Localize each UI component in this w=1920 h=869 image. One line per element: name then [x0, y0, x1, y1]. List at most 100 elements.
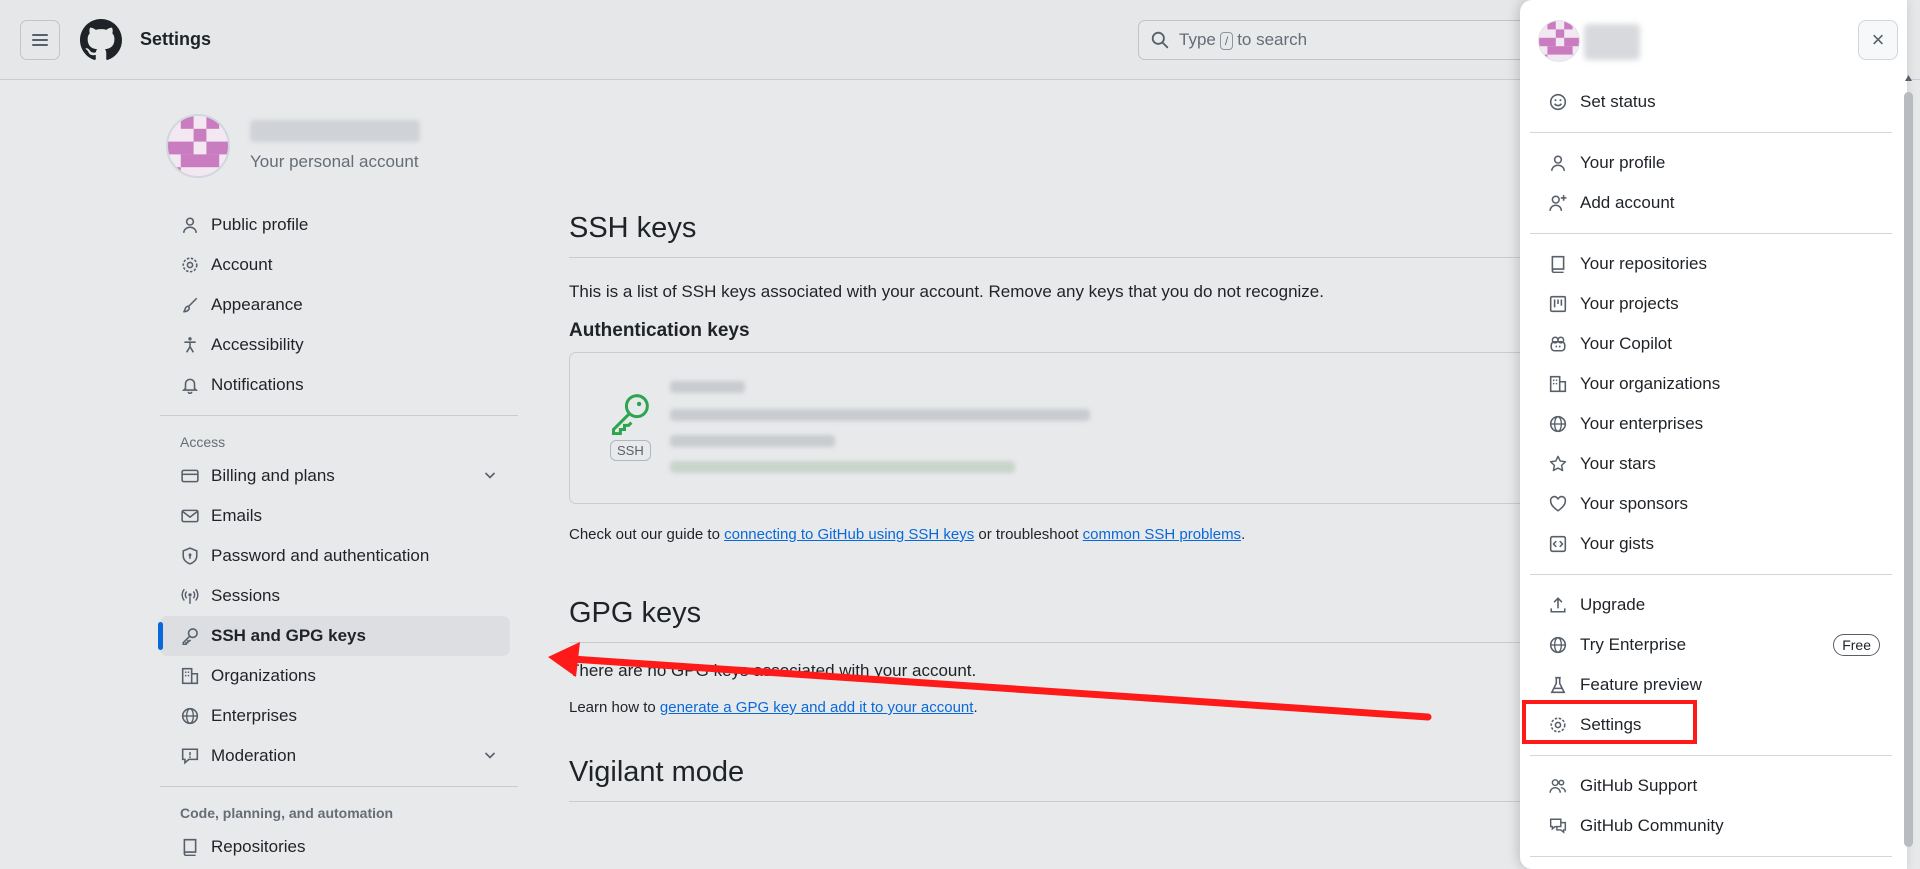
- sidebar-item-public-profile[interactable]: Public profile: [160, 205, 518, 245]
- avatar[interactable]: [1538, 20, 1580, 62]
- credit-card-icon: [180, 466, 200, 486]
- sidebar-item-organizations[interactable]: Organizations: [160, 656, 518, 696]
- accessibility-icon: [180, 335, 200, 355]
- sidebar-item-accessibility[interactable]: Accessibility: [160, 325, 518, 365]
- ssh-key-card: SSH: [569, 352, 1549, 504]
- annotation-highlight-box: [1522, 700, 1697, 744]
- authentication-keys-heading: Authentication keys: [569, 320, 750, 341]
- gpg-keys-description: There are no GPG keys associated with yo…: [569, 661, 977, 680]
- sidebar-heading-code: Code, planning, and automation: [180, 805, 394, 821]
- vigilant-mode-heading: Vigilant mode: [569, 756, 1539, 802]
- menu-item-upgrade[interactable]: Upgrade: [1530, 585, 1892, 625]
- comment-discussion-icon: [1548, 816, 1568, 836]
- search-icon: [1151, 31, 1169, 49]
- menu-item-your-organizations[interactable]: Your organizations: [1530, 364, 1892, 404]
- sidebar-item-ssh-gpg-keys[interactable]: SSH and GPG keys: [158, 616, 510, 656]
- menu-item-your-profile[interactable]: Your profile: [1530, 143, 1892, 183]
- heart-icon: [1548, 494, 1568, 514]
- sidebar-heading-access: Access: [180, 434, 226, 450]
- menu-item-your-enterprises[interactable]: Your enterprises: [1530, 404, 1892, 444]
- project-icon: [1548, 294, 1568, 314]
- people-icon: [1548, 776, 1568, 796]
- user-name-redacted: [1584, 24, 1640, 60]
- divider: [1530, 132, 1892, 133]
- panel-scrollbar[interactable]: [1901, 70, 1915, 869]
- menu-item-feature-preview[interactable]: Feature preview: [1530, 665, 1892, 705]
- chevron-down-icon[interactable]: [482, 747, 498, 763]
- scroll-up-icon[interactable]: [1904, 74, 1913, 82]
- report-icon: [180, 746, 200, 766]
- close-icon: ×: [1871, 27, 1885, 52]
- menu-item-github-community[interactable]: GitHub Community: [1530, 806, 1892, 846]
- beaker-icon: [1548, 675, 1568, 695]
- divider: [1530, 233, 1892, 234]
- sidebar-item-emails[interactable]: Emails: [160, 496, 518, 536]
- menu-item-try-enterprise[interactable]: Try Enterprise Free: [1530, 625, 1892, 665]
- page-title: Settings: [140, 29, 212, 49]
- organization-icon: [1548, 374, 1568, 394]
- avatar[interactable]: [166, 114, 230, 178]
- sidebar-item-repositories[interactable]: Repositories: [160, 827, 518, 867]
- divider: [1530, 574, 1892, 575]
- main-content: SSH keys This is a list of SSH keys asso…: [569, 200, 1549, 802]
- key-icon: [180, 626, 200, 646]
- menu-item-your-repositories[interactable]: Your repositories: [1530, 244, 1892, 284]
- sidebar-item-sessions[interactable]: Sessions: [160, 576, 518, 616]
- menu-item-add-account[interactable]: Add account: [1530, 183, 1892, 223]
- menu-item-your-gists[interactable]: Your gists: [1530, 524, 1892, 564]
- sidebar-item-moderation[interactable]: Moderation: [160, 736, 518, 776]
- ssh-keys-heading: SSH keys: [569, 212, 1539, 258]
- mail-icon: [180, 506, 200, 526]
- search-shortcut-key: /: [1219, 32, 1234, 50]
- search-placeholder: Type / to search: [1179, 30, 1308, 50]
- globe-icon: [1548, 414, 1568, 434]
- menu-item-github-support[interactable]: GitHub Support: [1530, 766, 1892, 806]
- settings-sidebar: Public profile Account Appearance Access…: [158, 205, 518, 867]
- sidebar-item-notifications[interactable]: Notifications: [160, 365, 518, 405]
- sidebar-item-account[interactable]: Account: [160, 245, 518, 285]
- ssh-key-added-redacted: [670, 435, 835, 447]
- sidebar-item-billing[interactable]: Billing and plans: [160, 456, 518, 496]
- menu-item-your-copilot[interactable]: Your Copilot: [1530, 324, 1892, 364]
- gear-icon: [180, 255, 200, 275]
- hamburger-menu-button[interactable]: [20, 20, 60, 60]
- sidebar-item-appearance[interactable]: Appearance: [160, 285, 518, 325]
- repo-icon: [180, 837, 200, 857]
- gpg-guide-link[interactable]: generate a GPG key and add it to your ac…: [660, 699, 974, 716]
- hamburger-icon: [32, 34, 48, 46]
- ssh-guide-text: Check out our guide to connecting to Git…: [569, 526, 1246, 543]
- menu-item-set-status[interactable]: Set status: [1530, 82, 1892, 122]
- account-subtitle: Your personal account: [250, 152, 419, 171]
- search-input[interactable]: Type / to search: [1138, 20, 1568, 60]
- ssh-key-fingerprint-redacted: [670, 409, 1090, 421]
- ssh-key-title-redacted: [670, 381, 745, 393]
- person-icon: [1548, 153, 1568, 173]
- menu-item-your-stars[interactable]: Your stars: [1530, 444, 1892, 484]
- globe-icon: [1548, 635, 1568, 655]
- github-logo-icon[interactable]: [80, 19, 122, 61]
- sidebar-item-enterprises[interactable]: Enterprises: [160, 696, 518, 736]
- gpg-keys-heading: GPG keys: [569, 597, 1539, 643]
- sidebar-item-password-auth[interactable]: Password and authentication: [160, 536, 518, 576]
- ssh-problems-link[interactable]: common SSH problems: [1083, 526, 1241, 543]
- ssh-key-lastused-redacted: [670, 461, 1015, 473]
- close-button[interactable]: ×: [1858, 20, 1898, 60]
- smiley-icon: [1548, 92, 1568, 112]
- chevron-down-icon[interactable]: [482, 467, 498, 483]
- key-icon: [611, 394, 649, 435]
- scrollbar-thumb[interactable]: [1904, 92, 1913, 847]
- organization-icon: [180, 666, 200, 686]
- gpg-learn-text: Learn how to generate a GPG key and add …: [569, 699, 978, 716]
- account-name-redacted: [250, 120, 420, 142]
- broadcast-icon: [180, 586, 200, 606]
- free-badge: Free: [1833, 634, 1880, 656]
- ssh-badge: SSH: [610, 440, 651, 461]
- bell-icon: [180, 375, 200, 395]
- repo-icon: [1548, 254, 1568, 274]
- star-icon: [1548, 454, 1568, 474]
- menu-item-your-projects[interactable]: Your projects: [1530, 284, 1892, 324]
- user-menu-list: Set status Your profile Add account Your…: [1530, 82, 1892, 867]
- menu-item-your-sponsors[interactable]: Your sponsors: [1530, 484, 1892, 524]
- ssh-guide-link[interactable]: connecting to GitHub using SSH keys: [724, 526, 974, 543]
- divider: [160, 415, 518, 416]
